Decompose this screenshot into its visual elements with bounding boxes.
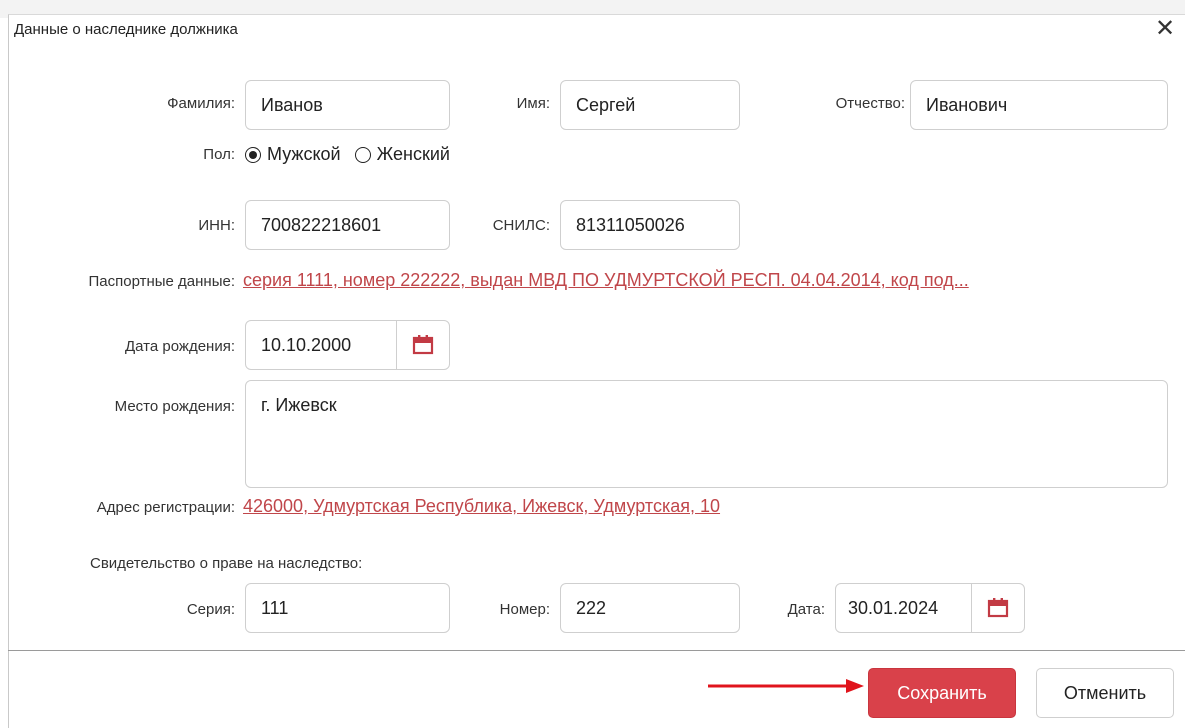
birth-date-value[interactable]: 10.10.2000 [246,335,396,356]
gender-option-label: Мужской [267,144,341,164]
snils-label: СНИЛС: [492,217,550,234]
gender-option-female[interactable]: Женский [354,144,450,165]
passport-label: Паспортные данные: [88,273,236,290]
footer-divider [8,650,1185,651]
gender-option-male[interactable]: Мужской [245,144,341,165]
series-label: Серия: [186,601,235,618]
birth-place-label: Место рождения: [114,398,235,415]
birth-date-field[interactable]: 10.10.2000 [245,320,450,370]
certificate-date-field[interactable]: 30.01.2024 [835,583,1025,633]
close-icon[interactable]: ✕ [1155,17,1175,41]
birth-place-textarea[interactable]: г. Ижевск [245,380,1168,488]
patronymic-label: Отчество: [835,95,905,112]
calendar-icon[interactable] [971,584,1024,632]
cancel-button[interactable]: Отменить [1036,668,1174,718]
certificate-date-value[interactable]: 30.01.2024 [836,598,971,619]
save-button[interactable]: Сохранить [868,668,1016,718]
birth-date-label: Дата рождения: [125,338,235,355]
inn-label: ИНН: [198,217,235,234]
address-label: Адрес регистрации: [96,499,235,516]
gender-option-label: Женский [376,144,450,164]
arrow-right-icon [708,679,864,693]
name-field[interactable]: Сергей [560,80,740,130]
patronymic-field[interactable]: Иванович [910,80,1168,130]
certificate-heading: Свидетельство о праве на наследство: [90,555,363,572]
surname-field[interactable]: Иванов [245,80,450,130]
radio-unchecked-icon[interactable] [354,146,371,163]
address-link[interactable]: 426000, Удмуртская Республика, Ижевск, У… [243,496,720,517]
dialog-title: Данные о наследнике должника [14,21,238,38]
snils-field[interactable]: 81311050026 [560,200,740,250]
date-label: Дата: [787,601,825,618]
number-field[interactable]: 222 [560,583,740,633]
calendar-icon[interactable] [396,321,449,369]
inn-field[interactable]: 700822218601 [245,200,450,250]
radio-checked-icon[interactable] [245,146,261,163]
passport-link[interactable]: серия 1111, номер 222222, выдан МВД ПО У… [243,270,969,291]
surname-label: Фамилия: [167,95,235,112]
number-label: Номер: [499,601,550,618]
gender-radio-group: Мужской Женский [245,144,450,165]
series-field[interactable]: 111 [245,583,450,633]
gender-label: Пол: [203,146,235,163]
name-label: Имя: [516,95,550,112]
